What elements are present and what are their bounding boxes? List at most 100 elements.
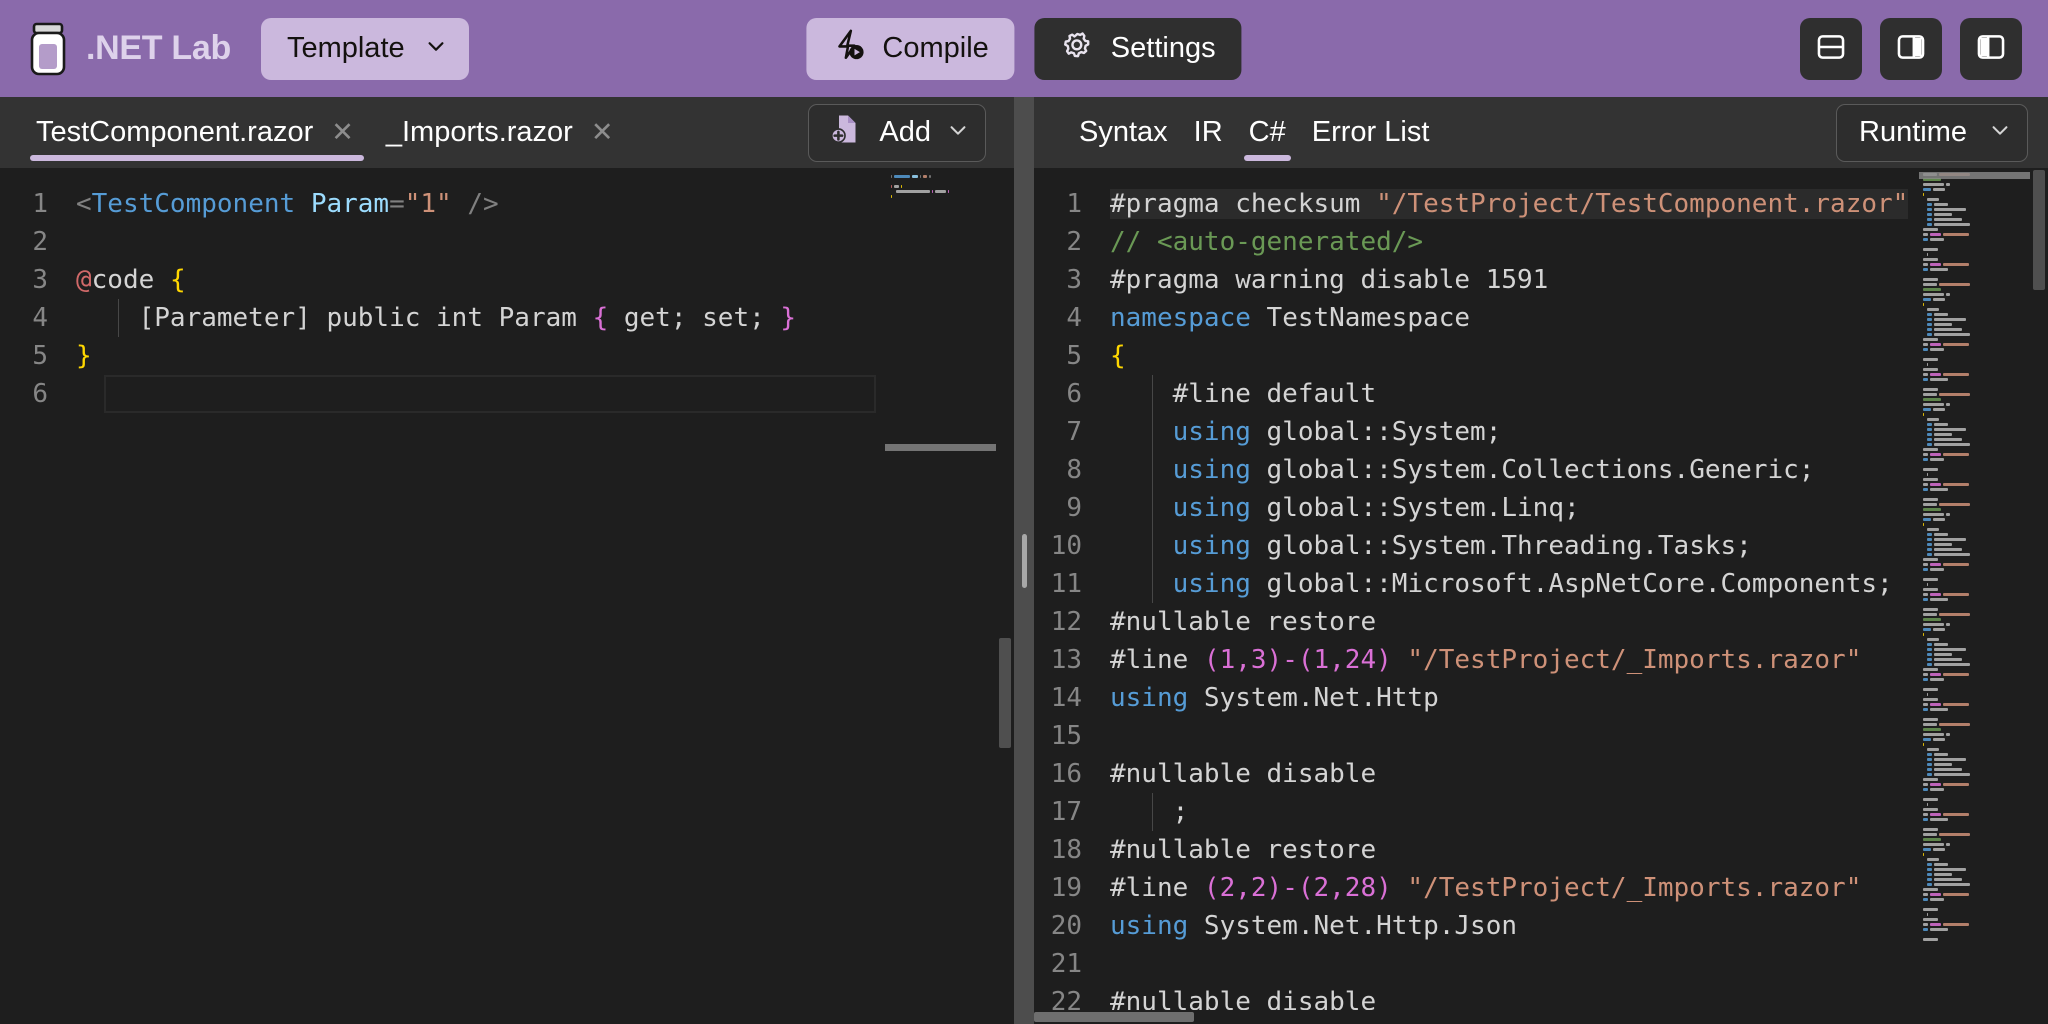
code-line[interactable]: 4 namespace TestNamespace <box>1034 299 1918 337</box>
minimap-token <box>1923 598 1928 601</box>
right-hscroll-thumb[interactable] <box>1034 1012 1194 1022</box>
right-minimap[interactable] <box>1918 168 2030 1010</box>
minimap-token <box>1927 653 1932 656</box>
right-vertical-scrollbar[interactable] <box>2030 168 2048 1010</box>
code-line[interactable]: 3 @code { <box>0 261 884 299</box>
left-scroll-thumb[interactable] <box>999 638 1011 748</box>
csharp-output-editor[interactable]: 1 #pragma checksum "/TestProject/TestComp… <box>1034 168 2048 1010</box>
code-line[interactable]: 2 // <auto-generated/> <box>1034 223 1918 261</box>
minimap-token <box>1927 423 1932 426</box>
minimap-token <box>1927 333 1932 336</box>
add-file-button[interactable]: Add <box>808 103 986 162</box>
code-token: #nullable restore <box>1110 835 1377 865</box>
minimap-token <box>1927 528 1939 531</box>
minimap-token <box>1923 398 1941 401</box>
close-icon[interactable]: ✕ <box>587 117 618 148</box>
layout-vertical-split-right-button[interactable] <box>1880 17 1942 80</box>
code-line[interactable]: 18 #nullable restore <box>1034 831 1918 869</box>
minimap-token <box>1934 643 1948 646</box>
runtime-dropdown[interactable]: Runtime <box>1836 103 2028 162</box>
code-line[interactable]: 6 <box>0 375 884 413</box>
line-content: using global::System.Threading.Tasks; <box>1110 531 1752 561</box>
code-line[interactable]: 2 <box>0 223 884 261</box>
compile-button[interactable]: Compile <box>806 17 1015 80</box>
minimap-token <box>1923 608 1938 611</box>
code-line[interactable]: 19 #line (2,2)-(2,28) "/TestProject/_Impo… <box>1034 869 1918 907</box>
code-line[interactable]: 8 using global::System.Collections.Gener… <box>1034 451 1918 489</box>
line-content: #line (1,3)-(1,24) "/TestProject/_Import… <box>1110 645 1861 675</box>
layout-vertical-split-left-button[interactable] <box>1960 17 2022 80</box>
code-line[interactable]: 12 #nullable restore <box>1034 603 1918 641</box>
code-line[interactable]: 7 using global::System; <box>1034 413 1918 451</box>
right-horizontal-scrollbar[interactable] <box>1034 1010 2048 1024</box>
minimap-token <box>1923 408 1931 411</box>
tab-error-list[interactable]: Error List <box>1299 97 1443 168</box>
left-vertical-scrollbar[interactable] <box>996 168 1014 1024</box>
tab-testcomponent-razor[interactable]: TestComponent.razor ✕ <box>22 97 372 168</box>
layout-horizontal-split-button[interactable] <box>1800 17 1862 80</box>
minimap-token <box>948 190 949 193</box>
code-line[interactable]: 1 #pragma checksum "/TestProject/TestComp… <box>1034 185 1918 223</box>
minimap-token <box>1930 568 1944 571</box>
code-line[interactable]: 10 using global::System.Threading.Tasks; <box>1034 527 1918 565</box>
minimap-token <box>1927 643 1932 646</box>
code-line[interactable]: 3 #pragma warning disable 1591 <box>1034 261 1918 299</box>
splitter-grip[interactable] <box>1021 533 1027 588</box>
code-line[interactable]: 5} <box>0 337 884 375</box>
razor-editor[interactable]: 1 <TestComponent Param="1" /> 2 3 @code {4 [… <box>0 168 1014 1024</box>
tab-imports-razor[interactable]: _Imports.razor ✕ <box>372 97 632 168</box>
settings-label: Settings <box>1110 32 1216 64</box>
code-line[interactable]: 14 using System.Net.Http <box>1034 679 1918 717</box>
minimap-token <box>1923 393 1937 396</box>
right-scroll-thumb[interactable] <box>2033 170 2045 290</box>
template-dropdown[interactable]: Template <box>260 17 469 80</box>
minimap-token <box>1934 333 1970 336</box>
minimap-token <box>1923 688 1938 691</box>
code-token: #line <box>1110 873 1204 903</box>
code-token: using <box>1172 493 1251 523</box>
code-line[interactable]: 9 using global::System.Linq; <box>1034 489 1918 527</box>
minimap-token <box>1927 753 1932 756</box>
code-line[interactable]: 20 using System.Net.Http.Json <box>1034 907 1918 945</box>
code-line[interactable]: 1 <TestComponent Param="1" /> <box>0 185 884 223</box>
code-line[interactable]: 4 [Parameter] public int Param { get; se… <box>0 299 884 337</box>
minimap-token <box>1930 703 1941 706</box>
minimap-token <box>1923 188 1931 191</box>
settings-button[interactable]: Settings <box>1034 17 1242 80</box>
line-content: #pragma checksum "/TestProject/TestCompo… <box>1110 189 1909 219</box>
code-line[interactable]: 13 #line (1,3)-(1,24) "/TestProject/_Impo… <box>1034 641 1918 679</box>
code-line[interactable]: 16 #nullable disable <box>1034 755 1918 793</box>
code-line[interactable]: 15 <box>1034 717 1918 755</box>
indent-guide <box>1152 527 1153 565</box>
minimap-token <box>1927 428 1932 431</box>
pane-splitter[interactable] <box>1014 97 1034 1024</box>
minimap-token <box>1923 853 1924 856</box>
tab-label: Error List <box>1311 116 1430 148</box>
minimap-token <box>1930 818 1948 821</box>
tab-ir[interactable]: IR <box>1181 97 1236 168</box>
line-number: 8 <box>1066 455 1082 485</box>
minimap-token <box>1927 363 1928 366</box>
code-line[interactable]: 6 #line default <box>1034 375 1918 413</box>
right-code-lines[interactable]: 1 #pragma checksum "/TestProject/TestComp… <box>1034 168 1918 1010</box>
code-token: [Parameter] public int Param <box>76 303 593 333</box>
line-number: 6 <box>32 379 48 409</box>
tab-syntax[interactable]: Syntax <box>1066 97 1181 168</box>
code-token: #pragma checksum <box>1110 189 1377 219</box>
code-line[interactable]: 22 #nullable disable <box>1034 983 1918 1010</box>
left-minimap[interactable] <box>884 168 996 1024</box>
tab-c[interactable]: C# <box>1236 97 1299 168</box>
left-code-lines[interactable]: 1 <TestComponent Param="1" /> 2 3 @code {4 [… <box>0 168 884 1024</box>
code-line[interactable]: 17 ; <box>1034 793 1918 831</box>
code-line[interactable]: 5{ <box>1034 337 1918 375</box>
minimap-token <box>1923 238 1928 241</box>
line-number: 10 <box>1050 531 1082 561</box>
minimap-token <box>1923 388 1938 391</box>
close-icon[interactable]: ✕ <box>327 117 358 148</box>
code-line[interactable]: 11 using global::Microsoft.AspNetCore.Co… <box>1034 565 1918 603</box>
split-vertical-left-icon <box>1974 30 2008 67</box>
code-line[interactable]: 21 <box>1034 945 1918 983</box>
minimap-token <box>1923 558 1938 561</box>
